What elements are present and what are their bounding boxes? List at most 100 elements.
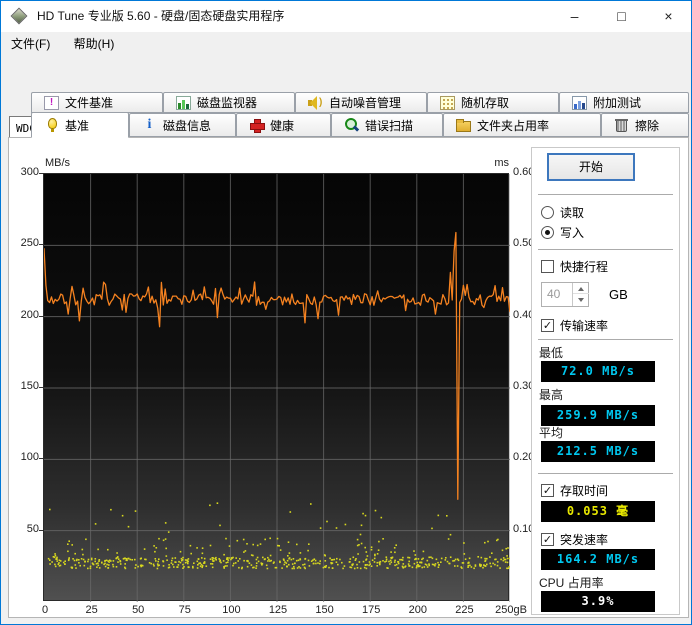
extra-tests-icon [572, 95, 587, 110]
tab-label: 附加测试 [593, 96, 642, 110]
menu-file[interactable]: 文件(F) [1, 32, 60, 56]
max-label: 最高 [539, 388, 564, 402]
tab-erase[interactable]: 擦除 [601, 113, 689, 137]
trash-icon [615, 118, 628, 132]
lamp-icon [44, 118, 59, 132]
benchmark-plot [43, 173, 511, 602]
tab-benchmark[interactable]: 基准 [31, 112, 129, 138]
x-axis-tick: 200 [408, 604, 427, 616]
start-button[interactable]: 开始 [547, 153, 635, 181]
maximize-button[interactable]: □ [598, 1, 645, 32]
tab-disk-monitor[interactable]: 磁盘监视器 [163, 92, 295, 113]
tab-label: 磁盘信息 [163, 118, 212, 133]
app-window: HD Tune 专业版 5.60 - 硬盘/固态硬盘实用程序 – □ × 文件(… [0, 0, 692, 625]
y-left-tick: 250 [20, 237, 39, 250]
tab-label: 文件基准 [65, 96, 114, 110]
menu-help[interactable]: 帮助(H) [64, 32, 125, 56]
x-axis-tick: 175 [362, 604, 381, 616]
burst-rate-display: 164.2 MB/s [541, 549, 655, 570]
x-axis-tick: 0 [41, 604, 49, 616]
tab-health[interactable]: 健康 [236, 113, 331, 137]
access-time-label: 存取时间 [560, 483, 609, 498]
y-axis-right-unit: ms [494, 157, 509, 169]
tab-auto-acoustic[interactable]: ) 自动噪音管理 [295, 92, 427, 113]
transfer-rate-label: 传输速率 [560, 318, 609, 333]
cpu-usage-label: CPU 占用率 [539, 576, 604, 590]
folder-icon [456, 118, 471, 132]
x-axis-tick: 50 [132, 604, 145, 616]
tab-error-scan[interactable]: 错误扫描 [331, 113, 443, 137]
tab-extra-tests[interactable]: 附加测试 [559, 92, 689, 113]
checkbox-burst-rate[interactable]: ✓ 突发速率 [541, 531, 608, 547]
burst-rate-label: 突发速率 [560, 532, 609, 547]
tab-random-access[interactable]: 随机存取 [427, 92, 559, 113]
tab-label: 基准 [65, 118, 90, 133]
minimize-button[interactable]: – [551, 1, 598, 32]
magnifier-icon [344, 118, 359, 132]
radio-write-circle [541, 225, 554, 239]
tab-label: 擦除 [635, 118, 660, 133]
avg-value-display: 212.5 MB/s [541, 441, 655, 462]
avg-label: 平均 [539, 426, 564, 440]
tab-disk-info[interactable]: i 磁盘信息 [129, 113, 236, 137]
separator [538, 473, 673, 474]
y-left-tick: 200 [20, 308, 39, 321]
tab-label: 错误扫描 [365, 118, 414, 133]
x-axis-tick: 25 [85, 604, 98, 616]
window-title: HD Tune 专业版 5.60 - 硬盘/固态硬盘实用程序 [37, 9, 285, 23]
short-stroke-label: 快捷行程 [560, 259, 609, 274]
checkbox-transfer-rate[interactable]: ✓ 传输速率 [541, 317, 608, 333]
tab-file-benchmark[interactable]: ! 文件基准 [31, 92, 163, 113]
short-stroke-value: 40 [547, 287, 561, 301]
radio-read[interactable]: 读取 [541, 204, 584, 220]
info-icon: i [147, 117, 152, 132]
speaker-icon: ) [308, 95, 323, 110]
tab-folder-usage[interactable]: 文件夹占用率 [443, 113, 601, 137]
transfer-rate-box: ✓ [541, 318, 554, 332]
x-axis-tick: 150 [315, 604, 334, 616]
tab-label: 文件夹占用率 [477, 118, 550, 133]
short-stroke-size-input[interactable]: 40 [541, 282, 589, 307]
x-axis-tick: 250gB [495, 604, 527, 616]
tab-label: 自动噪音管理 [329, 96, 402, 110]
x-axis-tick: 125 [268, 604, 288, 616]
separator [538, 194, 673, 195]
health-cross-icon [249, 118, 265, 133]
x-axis-tick: 100 [222, 604, 241, 616]
toolbar: WDC WDS250G2B0A-00SM50 (250 gB) 32℃ ↓ 退出 [1, 56, 691, 142]
short-stroke-box [541, 259, 554, 273]
file-benchmark-icon: ! [44, 95, 59, 110]
menu-bar: 文件(F) 帮助(H) [1, 32, 691, 56]
y-left-tick: 150 [20, 380, 39, 392]
arrow-up-icon [578, 284, 584, 291]
spinner-buttons [572, 283, 589, 306]
y-left-tick: 50 [26, 522, 39, 535]
spinner-down-button[interactable] [573, 295, 589, 306]
spinner-up-button[interactable] [573, 283, 589, 294]
tab-label: 磁盘监视器 [197, 96, 258, 110]
radio-write[interactable]: 写入 [541, 224, 584, 240]
max-value-display: 259.9 MB/s [541, 405, 655, 426]
gb-unit-label: GB [609, 287, 628, 302]
separator [538, 339, 673, 340]
access-time-display: 0.053 毫 [541, 501, 655, 522]
radio-read-circle [541, 205, 554, 219]
cpu-usage-display: 3.9% [541, 591, 655, 612]
y-left-tick: 100 [20, 451, 39, 464]
app-logo-icon [10, 7, 28, 25]
burst-rate-box: ✓ [541, 532, 554, 546]
x-axis-tick: 225 [455, 604, 474, 616]
radio-read-label: 读取 [560, 205, 585, 220]
checkbox-access-time[interactable]: ✓ 存取时间 [541, 482, 608, 498]
disk-monitor-icon [176, 95, 191, 110]
random-access-icon [440, 95, 455, 110]
min-value-display: 72.0 MB/s [541, 361, 655, 382]
tab-label: 健康 [270, 118, 295, 133]
checkbox-short-stroke[interactable]: 快捷行程 [541, 258, 608, 274]
access-time-box: ✓ [541, 483, 554, 497]
radio-write-label: 写入 [560, 225, 585, 240]
close-button[interactable]: × [645, 1, 691, 32]
tab-label: 随机存取 [461, 96, 510, 110]
y-axis-left-unit: MB/s [45, 157, 71, 169]
separator [538, 249, 673, 250]
